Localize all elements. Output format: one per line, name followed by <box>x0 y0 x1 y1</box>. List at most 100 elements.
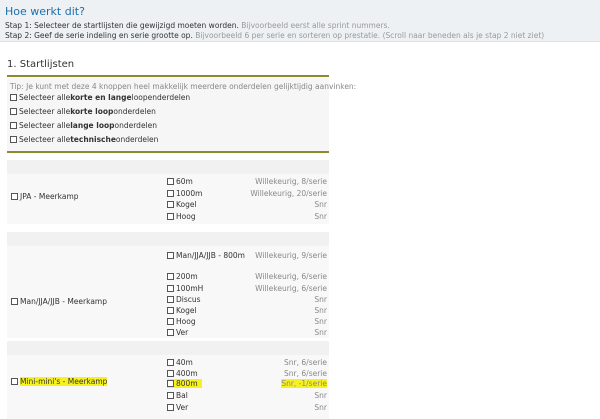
select-lange-loop-button[interactable]: Selecteer alle lange loop onderdelen <box>10 121 157 130</box>
event-name: Discus <box>176 295 201 304</box>
event-name: 100mH <box>176 284 204 293</box>
section-divider <box>7 75 329 77</box>
selector-label-bold: korte en lange <box>70 93 132 102</box>
howto-panel: Hoe werkt dit? Stap 1: Selecteer de star… <box>0 0 600 42</box>
event-config: Snr <box>314 317 327 326</box>
checkbox[interactable] <box>11 298 18 305</box>
event-config: Snr <box>314 212 327 221</box>
checkbox[interactable] <box>167 359 174 366</box>
group-name: Man/JJA/JJB - Meerkamp <box>20 297 107 306</box>
group-checkbox-jpa[interactable]: JPA - Meerkamp <box>11 192 79 201</box>
group-name: JPA - Meerkamp <box>20 192 79 201</box>
checkbox[interactable] <box>11 378 18 385</box>
group-separator <box>7 160 329 174</box>
event-config: Snr <box>314 328 327 337</box>
checkbox[interactable] <box>167 329 174 336</box>
selector-label: Selecteer alle <box>19 135 71 144</box>
selector-label-suffix: onderdelen <box>113 107 156 116</box>
selector-label-bold: technische <box>70 135 116 144</box>
howto-step-2-text: Stap 2: Geef de serie indeling en serie … <box>5 31 193 40</box>
howto-title: Hoe werkt dit? <box>5 5 85 18</box>
event-name: Ver <box>176 403 189 412</box>
event-config: Snr <box>314 306 327 315</box>
section-title: 1. Startlijsten <box>7 59 75 70</box>
event-row[interactable]: 200m <box>167 272 198 281</box>
event-config: Willekeurig, 6/serie <box>255 272 327 281</box>
selector-label-suffix: loopenderdelen <box>131 93 191 102</box>
checkbox[interactable] <box>167 178 174 185</box>
tip-text: Tip: Je kunt met deze 4 knoppen heel mak… <box>10 82 357 91</box>
event-row[interactable]: Bal <box>167 391 188 400</box>
checkbox[interactable] <box>167 380 174 387</box>
event-name: Kogel <box>176 200 197 209</box>
event-config: Snr <box>314 200 327 209</box>
checkbox[interactable] <box>167 318 174 325</box>
event-row[interactable]: Ver <box>167 328 188 337</box>
group-checkbox-man[interactable]: Man/JJA/JJB - Meerkamp <box>11 297 107 306</box>
checkbox[interactable] <box>167 252 174 259</box>
event-row[interactable]: Kogel <box>167 200 197 209</box>
group-separator <box>7 341 329 355</box>
checkbox[interactable] <box>10 122 17 129</box>
group-checkbox-mini[interactable]: Mini-mini's - Meerkamp <box>11 377 108 386</box>
select-korte-loop-button[interactable]: Selecteer alle korte loop onderdelen <box>10 107 156 116</box>
event-name: Kogel <box>176 306 197 315</box>
event-config: Snr, 6/serie <box>284 358 327 367</box>
selector-label-bold: korte loop <box>70 107 114 116</box>
event-row[interactable]: Ver <box>167 403 188 412</box>
selector-label: Selecteer alle <box>19 93 71 102</box>
checkbox[interactable] <box>167 296 174 303</box>
event-name: 40m <box>176 358 193 367</box>
event-config: Willekeurig, 9/serie <box>255 251 327 260</box>
event-config: Snr, -1/serie <box>281 379 327 388</box>
tip-box: Tip: Je kunt met deze 4 knoppen heel mak… <box>7 78 356 152</box>
event-config: Willekeurig, 8/serie <box>255 177 327 186</box>
event-config: Snr <box>314 391 327 400</box>
event-row[interactable]: 60m <box>167 177 193 186</box>
selector-label-bold: lange loop <box>70 121 115 130</box>
event-name: Hoog <box>176 317 196 326</box>
event-name: 60m <box>176 177 193 186</box>
event-row-highlighted[interactable]: 800m <box>167 379 202 388</box>
event-config: Snr <box>314 295 327 304</box>
event-name: Man/JJA/JJB - 800m <box>176 251 245 260</box>
checkbox[interactable] <box>167 404 174 411</box>
checkbox[interactable] <box>167 370 174 377</box>
checkbox[interactable] <box>10 94 17 101</box>
checkbox[interactable] <box>10 136 17 143</box>
howto-step-1: Stap 1: Selecteer de startlijsten die ge… <box>5 21 390 30</box>
select-technische-button[interactable]: Selecteer alle technische onderdelen <box>10 135 158 144</box>
event-row[interactable]: 100mH <box>167 284 203 293</box>
event-row[interactable]: Kogel <box>167 306 197 315</box>
group-name: Mini-mini's - Meerkamp <box>20 377 108 386</box>
checkbox[interactable] <box>167 213 174 220</box>
checkbox[interactable] <box>10 108 17 115</box>
event-config: Willekeurig, 20/serie <box>250 189 327 198</box>
checkbox[interactable] <box>167 285 174 292</box>
howto-step-2-hint: Bijvoorbeeld 6 per serie en sorteren op … <box>195 31 545 40</box>
howto-step-2: Stap 2: Geef de serie indeling en serie … <box>5 31 544 40</box>
event-name: Hoog <box>176 212 196 221</box>
event-name: 1000m <box>176 189 203 198</box>
howto-step-1-text: Stap 1: Selecteer de startlijsten die ge… <box>5 21 239 30</box>
event-name: 400m <box>176 369 198 378</box>
checkbox[interactable] <box>167 190 174 197</box>
select-korte-lange-button[interactable]: Selecteer alle korte en lange loopenderd… <box>10 93 190 102</box>
event-config: Snr <box>314 403 327 412</box>
event-row[interactable]: 40m <box>167 358 193 367</box>
event-row[interactable]: Hoog <box>167 212 196 221</box>
event-row[interactable]: Man/JJA/JJB - 800m <box>167 251 245 260</box>
checkbox[interactable] <box>11 193 18 200</box>
checkbox[interactable] <box>167 307 174 314</box>
event-row[interactable]: 400m <box>167 369 198 378</box>
checkbox[interactable] <box>167 392 174 399</box>
event-config: Willekeurig, 6/serie <box>255 284 327 293</box>
event-row[interactable]: Discus <box>167 295 201 304</box>
checkbox[interactable] <box>167 201 174 208</box>
selector-label: Selecteer alle <box>19 107 71 116</box>
group-separator <box>7 232 329 246</box>
event-row[interactable]: 1000m <box>167 189 202 198</box>
section-divider-bottom <box>7 151 329 153</box>
checkbox[interactable] <box>167 273 174 280</box>
event-row[interactable]: Hoog <box>167 317 196 326</box>
